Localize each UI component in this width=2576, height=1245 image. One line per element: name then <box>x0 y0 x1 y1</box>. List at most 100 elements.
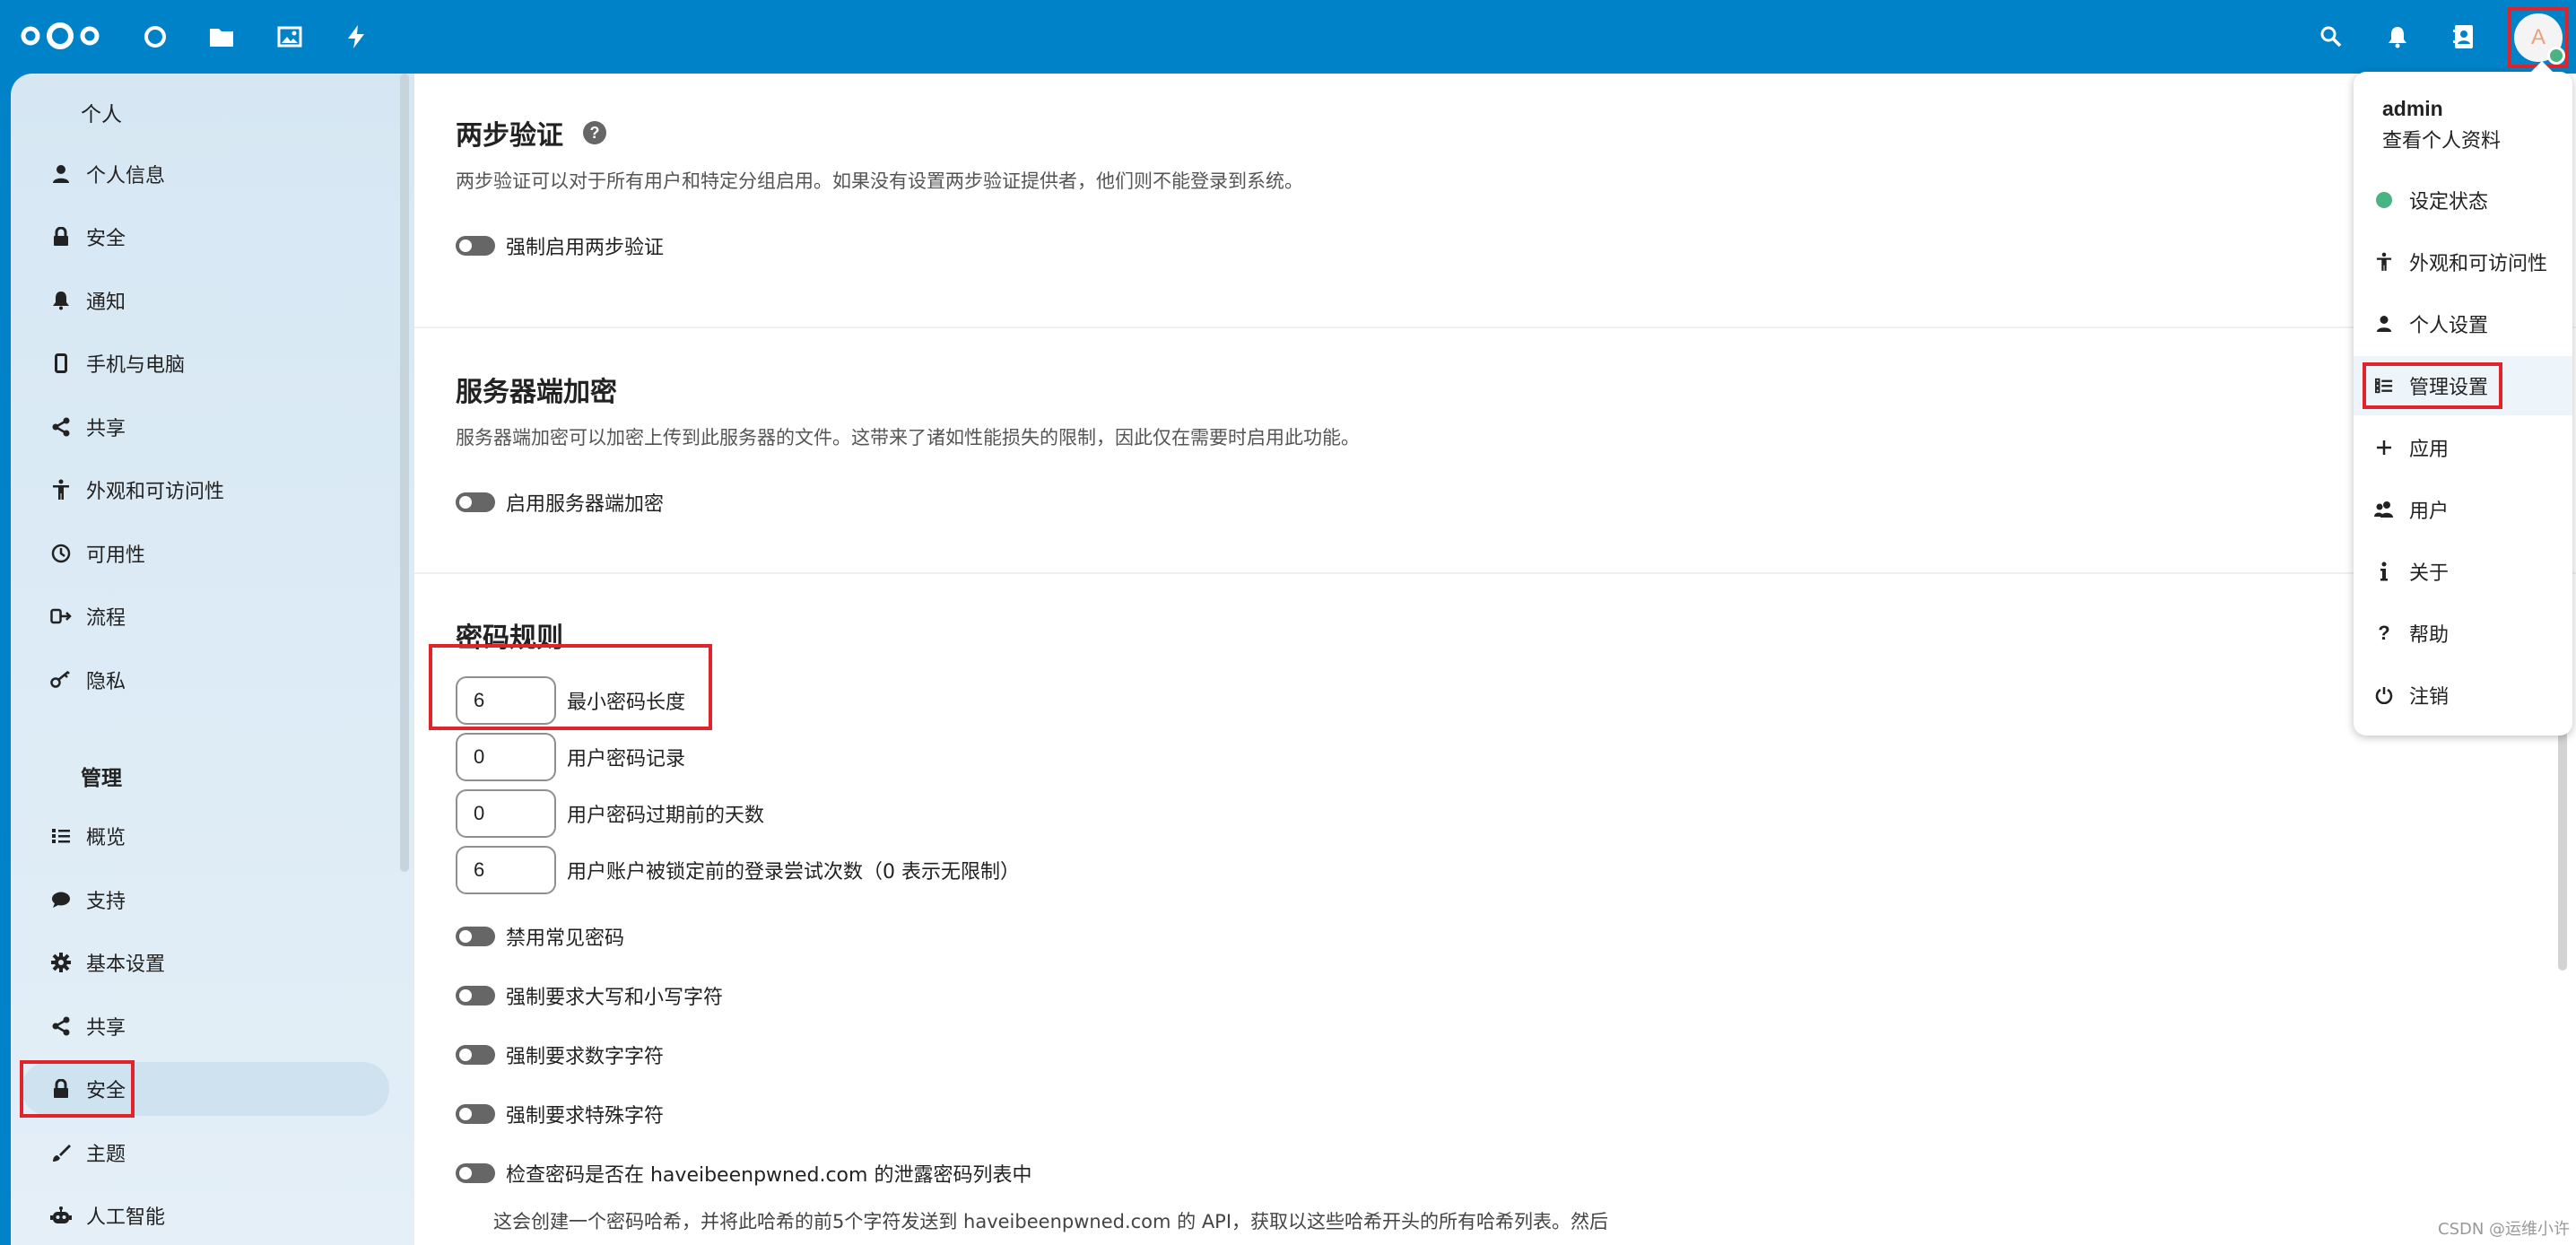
sidebar-scrollbar[interactable] <box>400 74 409 881</box>
sidebar-item-notifications[interactable]: 通知 <box>22 274 389 327</box>
admin-list-icon <box>2366 377 2402 395</box>
sidebar-item-availability[interactable]: 可用性 <box>22 527 389 580</box>
expiration-days-input[interactable] <box>456 789 556 838</box>
menu-item-users[interactable]: 用户 <box>2354 480 2572 539</box>
notifications-bell-icon[interactable] <box>2382 22 2413 52</box>
sidebar-item-privacy[interactable]: 隐私 <box>22 653 389 707</box>
twofactor-header: 两步验证 ? <box>456 113 606 152</box>
person-icon <box>34 147 88 201</box>
files-app-icon[interactable] <box>206 22 237 52</box>
hibp-check-toggle[interactable] <box>456 1163 495 1183</box>
encryption-title: 服务器端加密 <box>456 377 617 408</box>
menu-item-about[interactable]: 关于 <box>2354 542 2572 601</box>
sidebar-item-personal-info[interactable]: 个人信息 <box>22 147 389 201</box>
menu-item-logout[interactable]: 注销 <box>2354 666 2572 725</box>
special-chars-toggle[interactable] <box>456 1104 495 1124</box>
password-policy-title: 密码规则 <box>456 622 563 654</box>
gear-icon <box>34 936 88 989</box>
sidebar-item-label: 隐私 <box>86 671 126 693</box>
menu-item-personal-settings[interactable]: 个人设置 <box>2354 294 2572 353</box>
toggle-label: 强制要求特殊字符 <box>506 1105 665 1127</box>
search-icon[interactable] <box>2316 22 2346 52</box>
sidebar-item-label: 安全 <box>86 1080 126 1102</box>
sidebar-item-overview[interactable]: 概览 <box>22 809 389 863</box>
personal-section-title: 个人 <box>81 103 122 126</box>
sidebar-item-label: 共享 <box>86 1017 126 1040</box>
avatar-highlight[interactable]: A <box>2508 7 2569 68</box>
sidebar-item-label: 概览 <box>86 827 126 849</box>
robot-icon <box>34 1188 88 1242</box>
sidebar-item-label: 支持 <box>86 891 126 913</box>
dashboard-app-icon[interactable] <box>140 22 170 52</box>
sidebar-item-admin-sharing[interactable]: 共享 <box>22 999 389 1053</box>
plus-icon <box>2366 440 2402 456</box>
login-attempts-row: 用户账户被锁定前的登录尝试次数（0 表示无限制） <box>456 844 1020 896</box>
help-icon: ? <box>2378 622 2390 644</box>
hibp-note: 这会创建一个密码哈希，并将此哈希的前5个字符发送到 haveibeenpwned… <box>493 1211 1609 1232</box>
min-length-input[interactable] <box>456 676 556 725</box>
toggle-label: 强制要求大写和小写字符 <box>506 987 724 1009</box>
top-header: A <box>0 0 2576 72</box>
login-attempts-input[interactable] <box>456 846 556 894</box>
encryption-enable-toggle[interactable] <box>456 492 495 512</box>
sidebar-item-label: 个人信息 <box>86 165 166 187</box>
twofactor-enforce-row[interactable]: 强制启用两步验证 <box>456 228 664 264</box>
view-profile-link[interactable]: 查看个人资料 <box>2382 125 2501 153</box>
menu-item-set-status[interactable]: 设定状态 <box>2354 170 2572 230</box>
lock-icon <box>34 210 88 264</box>
special-chars-row[interactable]: 强制要求特殊字符 <box>456 1096 664 1132</box>
sidebar-item-personal-sharing[interactable]: 共享 <box>22 400 389 454</box>
settings-main-panel: 两步验证 ? 两步验证可以对于所有用户和特定分组启用。如果没有设置两步验证提供者… <box>414 74 2576 1245</box>
menu-item-appearance[interactable]: 外观和可访问性 <box>2354 232 2572 292</box>
accessibility-icon <box>34 463 88 517</box>
user-menu-dropdown: admin 查看个人资料 设定状态 外观和可访问性 个人设置 管理设置 应用 用… <box>2354 61 2572 736</box>
nextcloud-logo[interactable] <box>18 20 102 52</box>
menu-item-label: 个人设置 <box>2409 315 2489 337</box>
avatar[interactable]: A <box>2514 13 2565 65</box>
sidebar-item-appearance[interactable]: 外观和可访问性 <box>22 463 389 517</box>
menu-user-header[interactable]: admin 查看个人资料 <box>2382 97 2501 153</box>
accessibility-icon <box>2366 252 2402 272</box>
status-dot-icon <box>2366 191 2402 209</box>
password-history-label: 用户密码记录 <box>567 748 686 771</box>
password-history-input[interactable] <box>456 733 556 781</box>
flow-icon <box>34 589 88 643</box>
common-passwords-row[interactable]: 禁用常见密码 <box>456 919 624 954</box>
sidebar-item-admin-security[interactable]: 安全 <box>22 1062 389 1116</box>
sidebar-item-support[interactable]: 支持 <box>22 873 389 927</box>
expiration-days-label: 用户密码过期前的天数 <box>567 805 765 827</box>
brush-icon <box>34 1126 88 1180</box>
sidebar-item-basic-settings[interactable]: 基本设置 <box>22 936 389 989</box>
history-row: 用户密码记录 <box>456 731 685 783</box>
share-icon <box>34 400 88 454</box>
photos-app-icon[interactable] <box>274 22 305 52</box>
toggle-label: 检查密码是否在 haveibeenpwned.com 的泄露密码列表中 <box>506 1164 1032 1187</box>
sidebar-item-theming[interactable]: 主题 <box>22 1126 389 1180</box>
menu-item-label: 帮助 <box>2409 624 2450 647</box>
sidebar-item-label: 通知 <box>86 292 126 314</box>
upper-lower-toggle[interactable] <box>456 986 495 1006</box>
help-question-icon[interactable]: ? <box>583 121 606 144</box>
menu-item-label: 注销 <box>2409 686 2450 709</box>
section-divider <box>414 326 2576 328</box>
activity-app-icon[interactable] <box>341 22 371 52</box>
encryption-description: 服务器端加密可以加密上传到此服务器的文件。这带来了诸如性能损失的限制，因此仅在需… <box>456 427 1360 448</box>
numeric-row[interactable]: 强制要求数字字符 <box>456 1037 664 1073</box>
contacts-icon[interactable] <box>2449 22 2479 52</box>
menu-item-apps[interactable]: 应用 <box>2354 418 2572 477</box>
numeric-toggle[interactable] <box>456 1045 495 1065</box>
upper-lower-row[interactable]: 强制要求大写和小写字符 <box>456 978 723 1014</box>
menu-item-admin-settings[interactable]: 管理设置 <box>2354 356 2572 415</box>
sidebar-item-label: 人工智能 <box>86 1206 166 1229</box>
encryption-enable-row[interactable]: 启用服务器端加密 <box>456 484 664 520</box>
common-passwords-toggle[interactable] <box>456 927 495 946</box>
sidebar-item-ai[interactable]: 人工智能 <box>22 1188 389 1242</box>
sidebar-item-devices[interactable]: 手机与电脑 <box>22 336 389 390</box>
hibp-check-row[interactable]: 检查密码是否在 haveibeenpwned.com 的泄露密码列表中 <box>456 1155 1031 1191</box>
toggle-label: 启用服务器端加密 <box>506 493 665 516</box>
menu-item-label: 用户 <box>2409 501 2450 523</box>
menu-item-help[interactable]: ? 帮助 <box>2354 604 2572 663</box>
sidebar-item-flow[interactable]: 流程 <box>22 589 389 643</box>
twofactor-enforce-toggle[interactable] <box>456 236 495 256</box>
sidebar-item-personal-security[interactable]: 安全 <box>22 210 389 264</box>
